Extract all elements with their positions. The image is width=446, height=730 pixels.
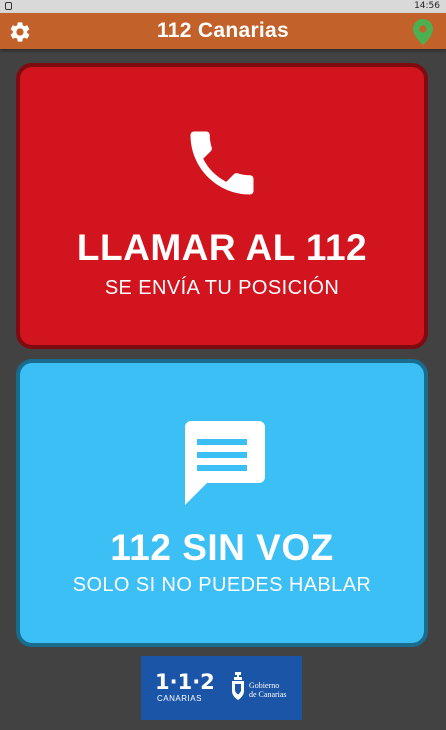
call-112-title: LLAMAR AL 112 [76, 227, 368, 268]
government-logo-text: Gobierno de Canarias [249, 681, 287, 699]
app-bar: 112 Canarias [0, 13, 446, 49]
call-112-button[interactable]: LLAMAR AL 112 SE ENVÍA TU POSICIÓN [16, 63, 428, 349]
sms-112-subtitle: SOLO SI NO PUEDES HABLAR [72, 574, 372, 596]
footer-logo: 1·1·2 CANARIAS Gobierno de Canarias [141, 656, 302, 720]
coat-of-arms-icon [232, 672, 244, 700]
sms-112-title: 112 SIN VOZ [110, 527, 334, 568]
logo-112-number: 1·1·2 [155, 670, 215, 694]
app-title: 112 Canarias [156, 19, 290, 42]
message-icon [185, 421, 265, 505]
location-pin-icon[interactable] [413, 19, 433, 45]
status-bar: 14:56 [0, 0, 446, 13]
phone-icon [190, 131, 254, 195]
call-112-subtitle: SE ENVÍA TU POSICIÓN [104, 277, 340, 299]
sms-112-button[interactable]: 112 SIN VOZ SOLO SI NO PUEDES HABLAR [16, 359, 428, 647]
logo-112-region: CANARIAS [157, 694, 202, 703]
notification-icon [5, 2, 12, 10]
status-clock: 14:56 [414, 1, 440, 11]
